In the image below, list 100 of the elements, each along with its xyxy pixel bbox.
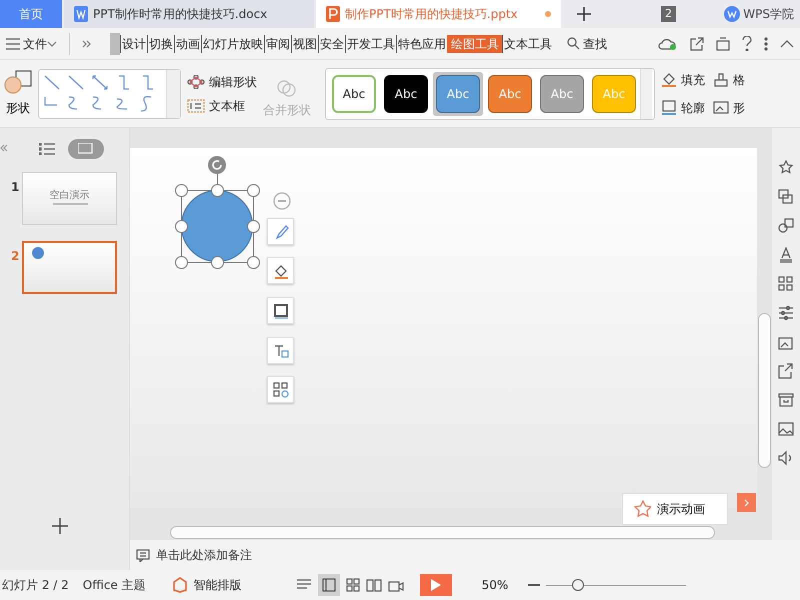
ribbon-tab[interactable]: 动画 [174, 34, 201, 52]
format-tool-button[interactable]: 轮廓 [661, 98, 705, 116]
more-options-icon[interactable] [764, 36, 768, 50]
share-icon[interactable] [690, 36, 704, 50]
rotate-handle-icon[interactable] [208, 156, 226, 174]
shape-style-preset[interactable]: Abc [384, 74, 428, 112]
sliders-icon[interactable] [778, 305, 794, 321]
resize-handle[interactable] [247, 184, 260, 197]
format-tool-button[interactable]: 形 [713, 98, 745, 116]
notes-view-icon[interactable] [296, 579, 312, 591]
comment-icon [136, 548, 150, 562]
reading-view-icon[interactable] [366, 578, 382, 592]
ribbon-tab[interactable]: 设计 [120, 34, 147, 52]
more-icon[interactable] [82, 40, 92, 48]
collapse-icon[interactable] [780, 40, 794, 48]
floating-tool-button[interactable] [267, 337, 294, 364]
menu-icon[interactable] [6, 38, 20, 50]
arrange-icon [272, 382, 288, 398]
shape-style-brush-icon [272, 224, 288, 240]
zoom-slider-thumb[interactable] [572, 578, 584, 590]
format-tool-button[interactable]: 格 [713, 70, 745, 88]
shape-style-preset[interactable]: Abc [332, 74, 376, 112]
floating-tool-button[interactable] [267, 297, 294, 324]
gallery-scrollbar[interactable] [640, 68, 652, 118]
play-slideshow-button[interactable] [420, 574, 452, 596]
text-box-icon [187, 98, 205, 112]
merge-shapes-icon [277, 78, 297, 96]
shape-button[interactable]: 形状 [4, 70, 32, 117]
thumbnail-circle-icon [32, 247, 44, 259]
new-tab-icon[interactable] [577, 7, 591, 21]
slide-counter: 幻灯片 2 / 2 [2, 577, 69, 594]
vertical-scrollbar[interactable] [758, 313, 771, 468]
ribbon-tab[interactable]: 安全 [318, 34, 345, 52]
resize-handle[interactable] [247, 256, 260, 269]
resize-handle[interactable] [211, 184, 224, 197]
slide-thumbnail[interactable] [22, 241, 117, 294]
file-menu[interactable]: 文件 [23, 34, 47, 52]
account-name[interactable]: WPS学院 [743, 5, 794, 23]
help-icon[interactable] [742, 36, 752, 51]
edit-shape-icon [187, 74, 205, 88]
shape-tool-button[interactable]: 文本框 [187, 96, 257, 114]
cloud-icon[interactable] [658, 37, 678, 50]
fill-icon [272, 262, 288, 278]
slide-sorter-icon[interactable] [346, 578, 360, 592]
notes-placeholder[interactable]: 单击此处添加备注 [156, 546, 252, 564]
ribbon-tab[interactable]: 切换 [147, 34, 174, 52]
floating-tool-button[interactable] [267, 376, 294, 403]
horizontal-scrollbar[interactable] [170, 526, 715, 539]
floating-tool-button[interactable] [267, 218, 294, 245]
thumbnail-view-button[interactable] [68, 139, 104, 159]
collapse-toolbar-icon[interactable] [273, 192, 291, 210]
search-button[interactable]: 查找 [583, 34, 607, 52]
ribbon-tab[interactable]: 文本工具 [502, 34, 553, 52]
smart-layout-button[interactable]: 智能排版 [172, 576, 242, 594]
grid-icon[interactable] [778, 276, 794, 292]
document-tab[interactable]: PPT制作时常用的快捷技巧.docx [64, 0, 314, 28]
theme-name[interactable]: Office 主题 [82, 576, 146, 594]
animation-demo-button[interactable]: 演示动画 [622, 493, 728, 525]
format-tool-button[interactable]: 填充 [661, 70, 705, 88]
zoom-percent[interactable]: 50% [482, 576, 508, 594]
slides-icon [78, 143, 94, 155]
resize-handle[interactable] [247, 220, 260, 233]
slide-thumbnail[interactable]: 空白演示 [22, 172, 117, 225]
expand-panel-button[interactable] [737, 493, 756, 512]
format-brush-icon [713, 72, 729, 88]
play-icon [430, 579, 441, 591]
slide-switch-icon[interactable] [778, 189, 794, 205]
normal-view-button[interactable] [318, 574, 340, 596]
resize-handle[interactable] [211, 256, 224, 269]
resize-handle[interactable] [175, 184, 188, 197]
account-logo-icon [724, 6, 740, 22]
ribbon-tab[interactable]: 审阅 [264, 34, 291, 52]
ribbon-tab[interactable]: 开发工具 [345, 34, 396, 52]
window-count[interactable]: 2 [661, 6, 676, 22]
star-icon [633, 500, 651, 518]
floating-tool-button[interactable] [267, 257, 294, 284]
resize-handle[interactable] [175, 220, 188, 233]
caret-icon [47, 40, 57, 46]
outline-view-icon[interactable] [39, 143, 55, 155]
animation-star-icon[interactable] [778, 160, 794, 176]
share-icon[interactable] [778, 363, 794, 379]
presentation-icon [326, 6, 340, 22]
search-icon[interactable] [567, 37, 580, 50]
shapes-icon[interactable] [778, 218, 794, 234]
resize-handle[interactable] [175, 256, 188, 269]
add-slide-icon[interactable] [52, 518, 68, 534]
outline-icon [272, 302, 288, 318]
text-style-icon[interactable] [778, 247, 794, 263]
ribbon-tab[interactable]: 幻灯片放映 [201, 34, 264, 52]
gallery-scrollbar[interactable] [166, 70, 180, 118]
text-wrap-icon [272, 342, 288, 358]
image-icon[interactable] [778, 421, 794, 437]
zoom-out-icon[interactable] [528, 583, 540, 587]
export-icon[interactable] [716, 36, 730, 50]
fill-icon [661, 72, 677, 88]
speaker-icon[interactable] [778, 450, 794, 466]
circle-shape[interactable] [181, 190, 253, 262]
shape-tool-button[interactable]: 编辑形状 [187, 72, 257, 90]
ribbon-tab[interactable]: 视图 [291, 34, 318, 52]
archive-icon[interactable] [778, 392, 794, 408]
